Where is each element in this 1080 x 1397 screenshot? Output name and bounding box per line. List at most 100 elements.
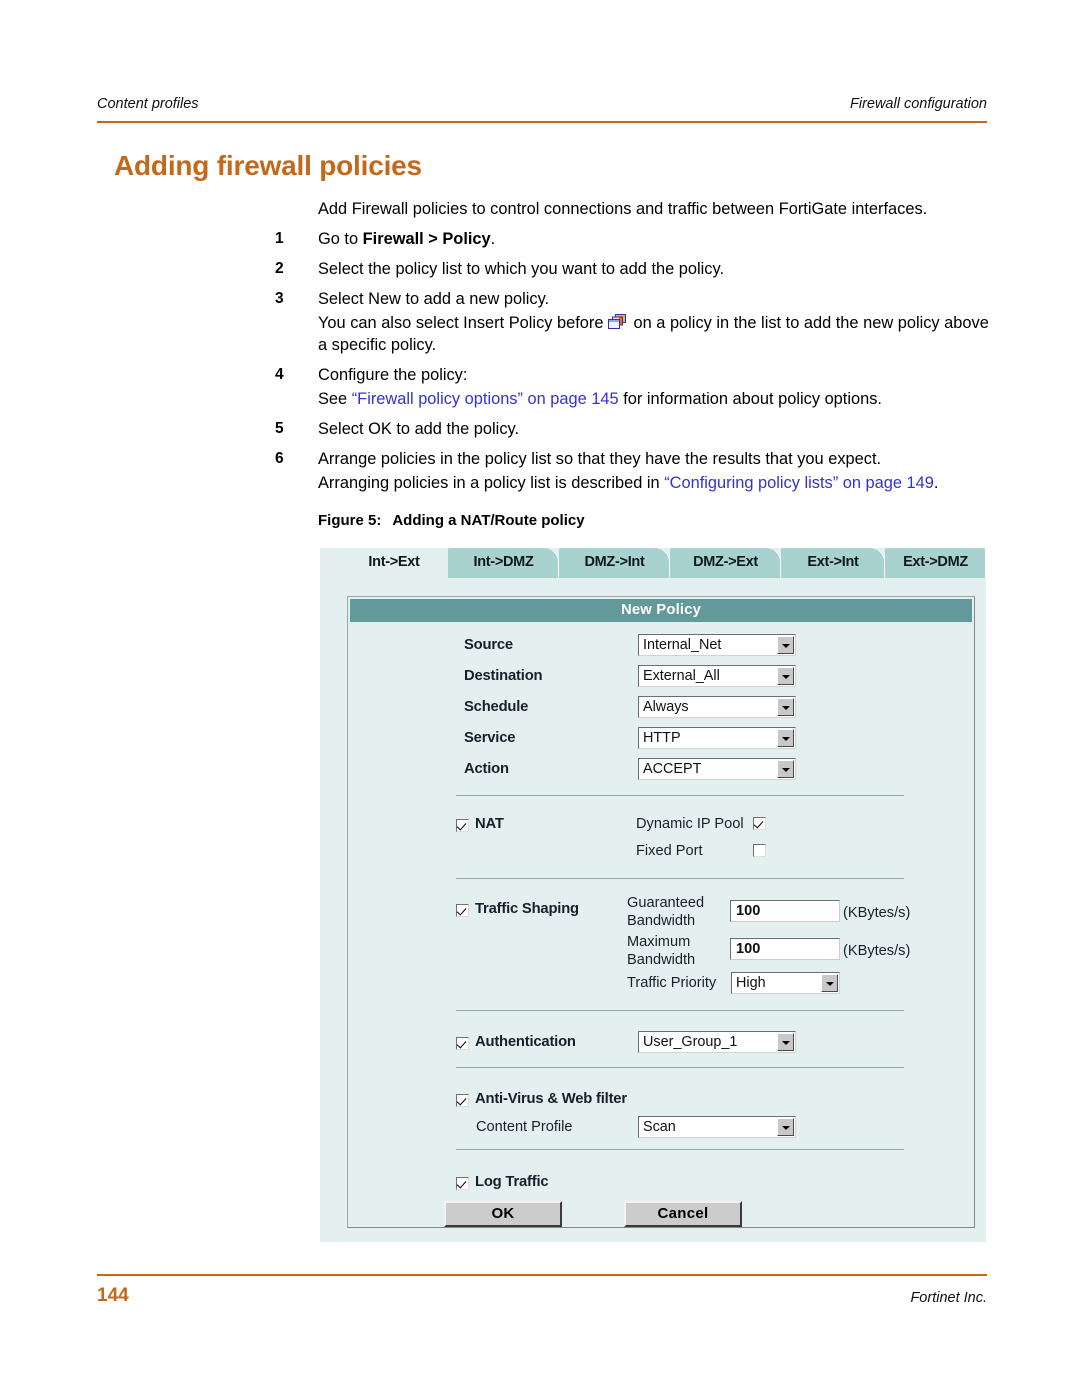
page-title: Adding firewall policies [114, 150, 422, 181]
step-1-bold: Firewall > Policy [362, 230, 491, 248]
step-4-text: Configure the policy: [318, 366, 468, 384]
select-action[interactable]: ACCEPT [638, 758, 796, 780]
step-4-number: 4 [275, 366, 284, 383]
label-schedule: Schedule [464, 699, 529, 715]
select-authentication-group-value: User_Group_1 [643, 1034, 738, 1050]
step-1-number: 1 [275, 230, 284, 247]
step-1-suffix: . [490, 230, 496, 248]
ok-button[interactable]: OK [444, 1201, 562, 1227]
select-authentication-group[interactable]: User_Group_1 [638, 1031, 796, 1053]
step-1-text: Go to Firewall > Policy. [318, 228, 995, 250]
select-traffic-priority[interactable]: High [731, 972, 840, 994]
step-6: 6 Arrange policies in the policy list so… [275, 448, 995, 494]
checkbox-dynamic-ip-pool[interactable] [753, 817, 766, 830]
chevron-down-icon[interactable] [777, 636, 794, 654]
label-log-traffic: Log Traffic [475, 1174, 549, 1190]
insert-policy-icon [606, 313, 630, 332]
step-4-subtext: See “Firewall policy options” on page 14… [318, 388, 995, 410]
checkbox-log-traffic[interactable] [456, 1177, 469, 1190]
tab-dmz-int[interactable]: DMZ->Int [559, 548, 670, 578]
select-schedule-value: Always [643, 699, 689, 715]
step-3-number: 3 [275, 290, 284, 307]
running-head-left: Content profiles [97, 96, 199, 112]
label-service: Service [464, 730, 516, 746]
chevron-down-icon[interactable] [777, 729, 794, 747]
step-6-number: 6 [275, 450, 284, 467]
select-action-value: ACCEPT [643, 761, 702, 777]
step-3-subtext: You can also select Insert Policy before… [318, 312, 995, 356]
step-5-text: Select OK to add the policy. [318, 420, 520, 438]
label-nat: NAT [475, 816, 504, 832]
select-traffic-priority-value: High [736, 975, 766, 991]
step-2: 2 Select the policy list to which you wa… [275, 258, 995, 280]
checkbox-authentication[interactable] [456, 1037, 469, 1050]
step-5: 5 Select OK to add the policy. [275, 418, 995, 440]
chevron-down-icon[interactable] [777, 1118, 794, 1136]
label-dynamic-ip-pool: Dynamic IP Pool [636, 816, 744, 832]
step-6-sub-suffix: . [933, 474, 939, 492]
unit-maximum-bandwidth: (KBytes/s) [843, 943, 911, 959]
select-content-profile[interactable]: Scan [638, 1116, 796, 1138]
chevron-down-icon[interactable] [777, 1033, 794, 1051]
step-3: 3 Select New to add a new policy. You ca… [275, 288, 995, 356]
step-6-sub-prefix: Arranging policies in a policy list is d… [318, 474, 665, 492]
checkbox-nat[interactable] [456, 819, 469, 832]
chevron-down-icon[interactable] [821, 974, 838, 992]
steps-list: 1 Go to Firewall > Policy. 2 Select the … [275, 228, 995, 502]
figure-caption-number: Figure 5: [318, 512, 382, 529]
cross-reference-link-149[interactable]: “Configuring policy lists” on page 149 [664, 474, 934, 492]
chevron-down-icon[interactable] [777, 667, 794, 685]
select-service[interactable]: HTTP [638, 727, 796, 749]
select-schedule[interactable]: Always [638, 696, 796, 718]
label-guaranteed-bandwidth-line1: Guaranteed [627, 895, 705, 911]
checkbox-fixed-port[interactable] [753, 844, 766, 857]
step-6-subtext: Arranging policies in a policy list is d… [318, 472, 995, 494]
input-guaranteed-bandwidth[interactable]: 100 [730, 900, 840, 922]
tab-dmz-ext[interactable]: DMZ->Ext [670, 548, 781, 578]
select-service-value: HTTP [643, 730, 681, 746]
step-1-prefix: Go to [318, 230, 363, 248]
footer-company: Fortinet Inc. [910, 1290, 987, 1306]
intro-paragraph: Add Firewall policies to control connect… [318, 200, 928, 218]
running-head-right: Firewall configuration [849, 96, 987, 112]
page-number: 144 [97, 1285, 129, 1306]
figure-caption: Figure 5: Adding a NAT/Route policy [318, 512, 585, 529]
checkbox-traffic-shaping[interactable] [456, 904, 469, 917]
input-maximum-bandwidth[interactable]: 100 [730, 938, 840, 960]
label-maximum-bandwidth-line1: Maximum [627, 934, 691, 950]
label-guaranteed-bandwidth-line2: Bandwidth [627, 913, 696, 929]
unit-guaranteed-bandwidth: (KBytes/s) [843, 905, 911, 921]
cross-reference-link-145[interactable]: “Firewall policy options” on page 145 [352, 390, 619, 408]
label-destination: Destination [464, 668, 543, 684]
document-page: Content profiles Firewall configuration … [0, 0, 1080, 1397]
chevron-down-icon[interactable] [777, 698, 794, 716]
divider-traffic-shaping [456, 878, 904, 879]
divider-nat [456, 795, 904, 796]
label-maximum-bandwidth-line2: Bandwidth [627, 952, 696, 968]
divider-authentication [456, 1010, 904, 1011]
tab-int-dmz[interactable]: Int->DMZ [448, 548, 559, 578]
fortigate-policy-screenshot: Int->Ext Int->DMZ DMZ->Int DMZ->Ext Ext-… [320, 548, 986, 1242]
label-fixed-port: Fixed Port [636, 843, 703, 859]
cancel-button[interactable]: Cancel [624, 1201, 742, 1227]
running-head: Content profiles Firewall configuration [97, 96, 987, 116]
select-source-value: Internal_Net [643, 637, 722, 653]
new-policy-title: New Policy [350, 599, 972, 622]
step-1: 1 Go to Firewall > Policy. [275, 228, 995, 250]
label-traffic-shaping: Traffic Shaping [475, 901, 579, 917]
chevron-down-icon[interactable] [777, 760, 794, 778]
tab-ext-int[interactable]: Ext->Int [781, 548, 885, 578]
footer-rule [97, 1274, 987, 1276]
step-4-sub-prefix: See [318, 390, 352, 408]
tab-int-ext[interactable]: Int->Ext [340, 548, 448, 578]
tab-ext-dmz[interactable]: Ext->DMZ [885, 548, 986, 578]
new-policy-panel: New Policy Source Internal_Net Destinati… [347, 596, 975, 1228]
label-antivirus-webfilter: Anti-Virus & Web filter [475, 1091, 627, 1107]
step-2-text: Select the policy list to which you want… [318, 260, 725, 278]
divider-antivirus [456, 1067, 904, 1068]
select-source[interactable]: Internal_Net [638, 634, 796, 656]
step-4-sub-suffix: for information about policy options. [618, 390, 882, 408]
label-authentication: Authentication [475, 1034, 576, 1050]
checkbox-antivirus-webfilter[interactable] [456, 1094, 469, 1107]
select-destination[interactable]: External_All [638, 665, 796, 687]
